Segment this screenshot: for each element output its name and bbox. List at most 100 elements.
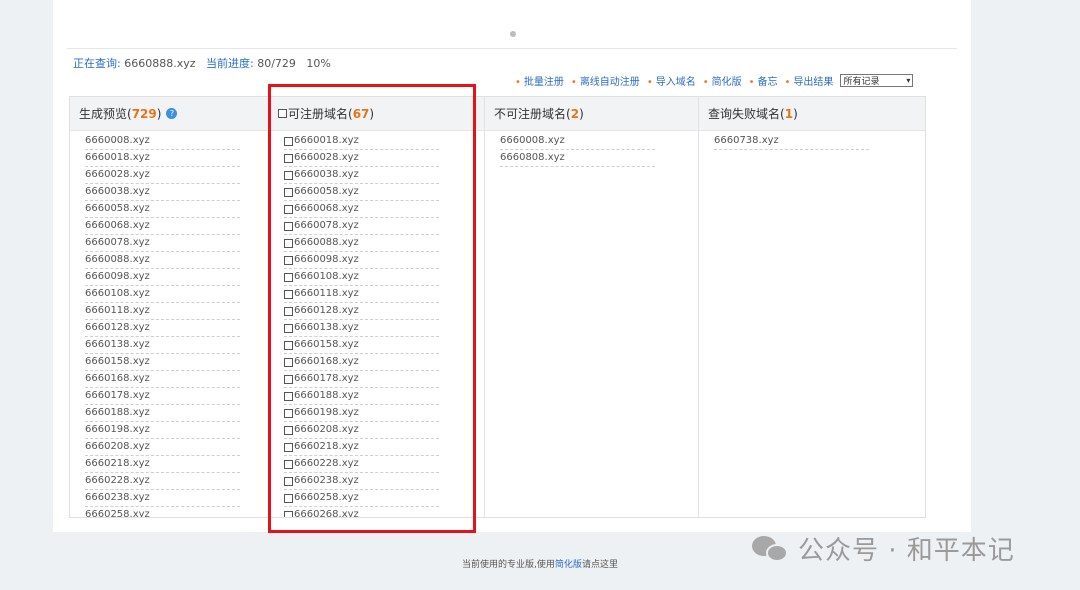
unavailable-list: 6660008.xyz 6660808.xyz: [485, 131, 698, 167]
watermark-text: 公众号 · 和平本记: [798, 536, 1015, 566]
domain-name: 6660738.xyz: [714, 135, 779, 146]
list-item[interactable]: 6660188.xyz: [284, 388, 439, 405]
progress-value: 80/729: [257, 57, 296, 70]
domain-checkbox[interactable]: [284, 493, 293, 503]
list-item[interactable]: 6660138.xyz: [284, 320, 439, 337]
preview-column: 生成预览(729) ? 6660008.xyz 6660018.xyz 666002…: [70, 97, 268, 517]
domain-checkbox[interactable]: [284, 391, 293, 401]
domain-checkbox[interactable]: [284, 340, 293, 350]
domain-checkbox[interactable]: [284, 459, 293, 469]
help-icon[interactable]: ?: [166, 108, 178, 119]
failed-count: 1: [784, 106, 794, 121]
list-item[interactable]: 6660228.xyz: [284, 456, 439, 473]
list-item[interactable]: 6660018.xyz: [284, 133, 439, 150]
domain-checkbox[interactable]: [284, 306, 293, 316]
list-item: 6660238.xyz: [85, 490, 240, 507]
domain-name: 6660808.xyz: [500, 152, 565, 163]
list-item: 6660108.xyz: [85, 286, 240, 303]
unavailable-count: 2: [570, 106, 580, 121]
progress-label: 当前进度:: [206, 57, 254, 70]
list-item[interactable]: 6660058.xyz: [284, 184, 439, 201]
list-item[interactable]: 6660088.xyz: [284, 235, 439, 252]
list-item[interactable]: 6660028.xyz: [284, 150, 439, 167]
list-item: 6660138.xyz: [85, 337, 240, 354]
record-filter-select[interactable]: 所有记录 ▾: [840, 73, 914, 87]
list-item[interactable]: 6660038.xyz: [284, 167, 439, 184]
domain-name: 6660008.xyz: [500, 135, 565, 146]
progress-percent: 10%: [306, 57, 331, 70]
list-item[interactable]: 6660068.xyz: [284, 201, 439, 218]
querying-value: 6660888.xyz: [124, 57, 196, 70]
domain-name: 6660158.xyz: [85, 356, 150, 367]
memo-link[interactable]: • 备忘: [749, 73, 778, 88]
domain-name: 6660008.xyz: [85, 135, 150, 146]
bullet-icon: •: [570, 76, 577, 88]
export-results-link[interactable]: • 导出结果: [785, 73, 834, 88]
domain-checkbox[interactable]: [284, 255, 293, 265]
domain-checkbox[interactable]: [284, 136, 293, 146]
domain-name: 6660108.xyz: [294, 271, 359, 282]
list-item[interactable]: 6660238.xyz: [284, 473, 439, 490]
domain-name: 6660258.xyz: [85, 509, 150, 517]
list-item: 6660028.xyz: [85, 167, 240, 184]
domain-checkbox[interactable]: [284, 170, 293, 180]
carousel-dot[interactable]: [510, 31, 516, 37]
domain-name: 6660028.xyz: [85, 169, 150, 180]
domain-checkbox[interactable]: [284, 408, 293, 418]
domain-name: 6660068.xyz: [294, 203, 359, 214]
list-item[interactable]: 6660078.xyz: [284, 218, 439, 235]
list-item[interactable]: 6660268.xyz: [284, 507, 439, 517]
domain-name: 6660218.xyz: [85, 458, 150, 469]
domain-name: 6660168.xyz: [85, 373, 150, 384]
domain-name: 6660128.xyz: [85, 322, 150, 333]
list-item: 6660118.xyz: [85, 303, 240, 320]
domain-checkbox[interactable]: [284, 153, 293, 163]
batch-register-link[interactable]: • 批量注册: [515, 73, 564, 88]
list-item[interactable]: 6660218.xyz: [284, 439, 439, 456]
list-item[interactable]: 6660108.xyz: [284, 269, 439, 286]
list-item: 6660098.xyz: [85, 269, 240, 286]
select-all-checkbox[interactable]: [278, 109, 287, 118]
list-item[interactable]: 6660158.xyz: [284, 337, 439, 354]
domain-name: 6660228.xyz: [294, 458, 359, 469]
domain-checkbox[interactable]: [284, 187, 293, 197]
domain-name: 6660118.xyz: [294, 288, 359, 299]
domain-name: 6660218.xyz: [294, 441, 359, 452]
list-item[interactable]: 6660118.xyz: [284, 286, 439, 303]
wechat-icon: [752, 534, 790, 564]
bullet-icon: •: [646, 76, 653, 88]
domain-checkbox[interactable]: [284, 221, 293, 231]
preview-list: 6660008.xyz 6660018.xyz 6660028.xyz 6660038…: [70, 131, 268, 517]
domain-checkbox[interactable]: [284, 476, 293, 486]
list-item: 6660158.xyz: [85, 354, 240, 371]
import-domains-link[interactable]: • 导入域名: [647, 73, 696, 88]
domain-checkbox[interactable]: [284, 510, 293, 517]
list-item[interactable]: 6660128.xyz: [284, 303, 439, 320]
domain-checkbox[interactable]: [284, 442, 293, 452]
list-item: 6660068.xyz: [85, 218, 240, 235]
simple-version-footer-link[interactable]: 简化版: [555, 560, 582, 570]
domain-checkbox[interactable]: [284, 374, 293, 384]
simple-version-link[interactable]: • 简化版: [703, 73, 742, 88]
list-item[interactable]: 6660168.xyz: [284, 354, 439, 371]
list-item[interactable]: 6660258.xyz: [284, 490, 439, 507]
domain-checkbox[interactable]: [284, 238, 293, 248]
domain-checkbox[interactable]: [284, 357, 293, 367]
list-item: 6660228.xyz: [85, 473, 240, 490]
domain-name: 6660018.xyz: [85, 152, 150, 163]
offline-auto-register-link[interactable]: • 离线自动注册: [571, 73, 640, 88]
list-item[interactable]: 6660198.xyz: [284, 405, 439, 422]
domain-checkbox[interactable]: [284, 272, 293, 282]
domain-checkbox[interactable]: [284, 323, 293, 333]
list-item[interactable]: 6660208.xyz: [284, 422, 439, 439]
domain-checkbox[interactable]: [284, 425, 293, 435]
domain-name: 6660128.xyz: [294, 305, 359, 316]
list-item: 6660208.xyz: [85, 439, 240, 456]
domain-name: 6660058.xyz: [85, 203, 150, 214]
domain-name: 6660178.xyz: [85, 390, 150, 401]
domain-name: 6660238.xyz: [294, 475, 359, 486]
list-item[interactable]: 6660098.xyz: [284, 252, 439, 269]
list-item[interactable]: 6660178.xyz: [284, 371, 439, 388]
domain-checkbox[interactable]: [284, 204, 293, 214]
domain-checkbox[interactable]: [284, 289, 293, 299]
